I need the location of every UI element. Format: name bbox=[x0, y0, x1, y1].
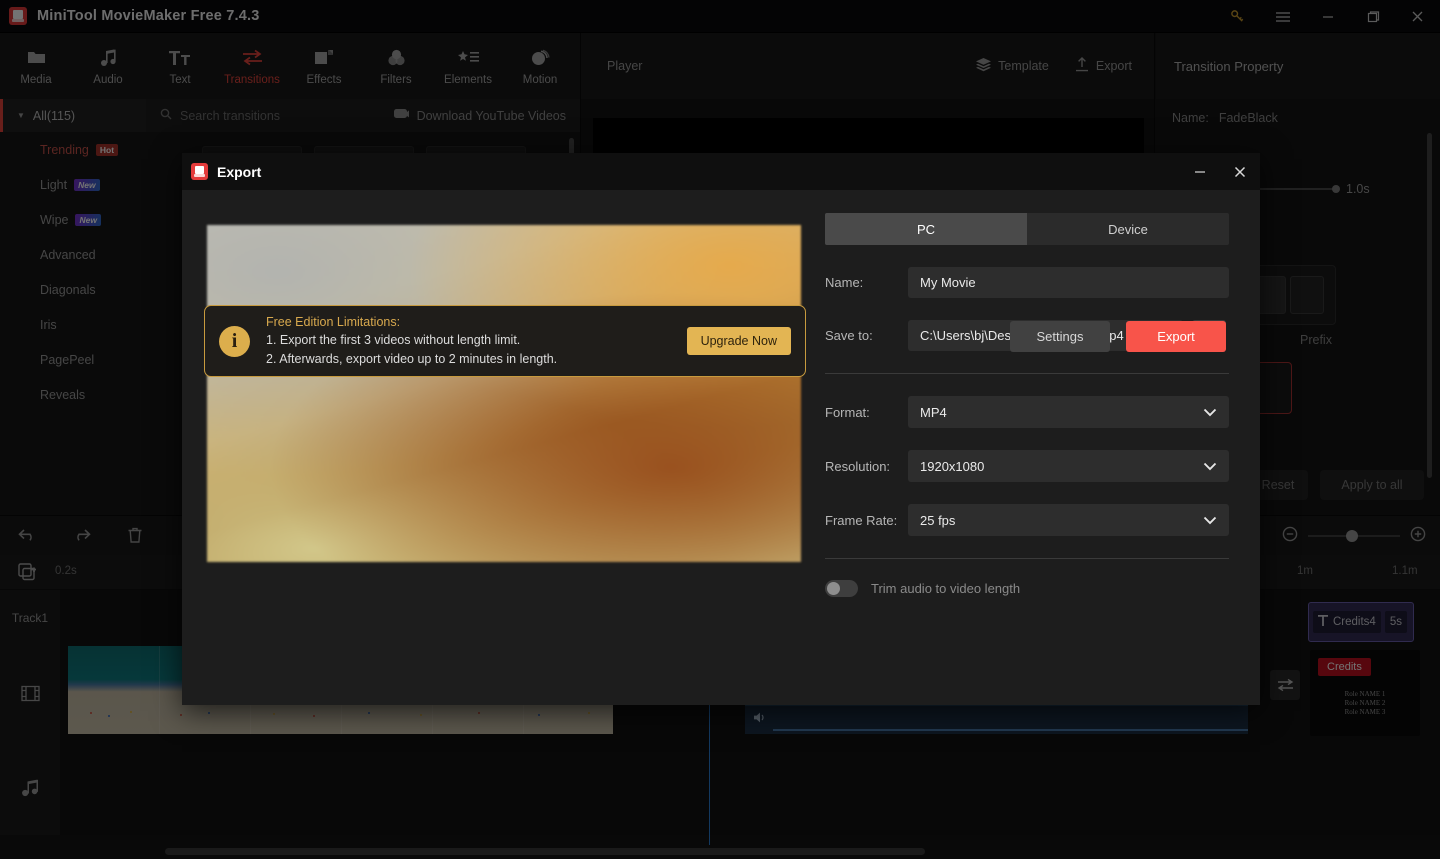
field-name: Name: My Movie bbox=[825, 267, 1229, 298]
export-action-buttons: Settings Export bbox=[1010, 321, 1226, 352]
format-value: MP4 bbox=[920, 404, 947, 420]
settings-divider bbox=[825, 373, 1229, 374]
notice-heading: Free Edition Limitations: bbox=[266, 315, 401, 329]
saveto-label: Save to: bbox=[825, 328, 873, 343]
field-framerate: Frame Rate: 25 fps bbox=[825, 504, 1229, 536]
export-button[interactable]: Export bbox=[1126, 321, 1226, 352]
close-icon[interactable] bbox=[1220, 153, 1260, 190]
framerate-label: Frame Rate: bbox=[825, 512, 898, 528]
notice-line-1: 1. Export the first 3 videos without len… bbox=[266, 333, 521, 347]
notice-line-2: 2. Afterwards, export video up to 2 minu… bbox=[266, 352, 558, 366]
resolution-label: Resolution: bbox=[825, 458, 891, 474]
export-dialog-titlebar: Export bbox=[182, 153, 1260, 190]
toggle-divider bbox=[825, 558, 1229, 559]
notice-text: Free Edition Limitations: 1. Export the … bbox=[266, 313, 687, 369]
trim-audio-label: Trim audio to video length bbox=[871, 581, 1021, 596]
trim-audio-row: Trim audio to video length bbox=[825, 580, 1229, 597]
info-icon: i bbox=[219, 325, 250, 357]
field-format: Format: MP4 bbox=[825, 396, 1229, 428]
chevron-down-icon bbox=[1203, 459, 1217, 474]
resolution-select[interactable]: 1920x1080 bbox=[908, 450, 1229, 482]
app-logo-icon bbox=[191, 163, 208, 180]
settings-button[interactable]: Settings bbox=[1010, 321, 1110, 352]
toggle-knob bbox=[827, 582, 840, 595]
export-target-tabs: PC Device bbox=[825, 213, 1229, 245]
tab-device[interactable]: Device bbox=[1027, 213, 1229, 245]
format-select[interactable]: MP4 bbox=[908, 396, 1229, 428]
minimize-icon[interactable] bbox=[1180, 153, 1220, 190]
format-label: Format: bbox=[825, 404, 870, 420]
export-dialog-title: Export bbox=[217, 163, 262, 180]
name-input[interactable]: My Movie bbox=[908, 267, 1229, 298]
export-dialog: Export Duration: 00:01:06 Size: 66 M bbox=[182, 153, 1260, 705]
upgrade-now-button[interactable]: Upgrade Now bbox=[686, 327, 791, 355]
export-preview-thumbnail bbox=[207, 225, 801, 562]
framerate-select[interactable]: 25 fps bbox=[908, 504, 1229, 536]
field-resolution: Resolution: 1920x1080 bbox=[825, 450, 1229, 482]
export-dialog-footer bbox=[182, 626, 1260, 705]
chevron-down-icon bbox=[1203, 513, 1217, 528]
export-settings-column: PC Device Name: My Movie Save to: C:\Use… bbox=[825, 213, 1229, 597]
name-label: Name: bbox=[825, 275, 864, 290]
chevron-down-icon bbox=[1203, 405, 1217, 420]
tab-pc[interactable]: PC bbox=[825, 213, 1027, 245]
resolution-value: 1920x1080 bbox=[920, 458, 985, 474]
application-window: MiniTool MovieMaker Free 7.4.3 bbox=[0, 0, 1440, 859]
free-edition-notice: i Free Edition Limitations: 1. Export th… bbox=[204, 305, 806, 377]
trim-audio-toggle[interactable] bbox=[825, 580, 858, 597]
framerate-value: 25 fps bbox=[920, 512, 956, 528]
